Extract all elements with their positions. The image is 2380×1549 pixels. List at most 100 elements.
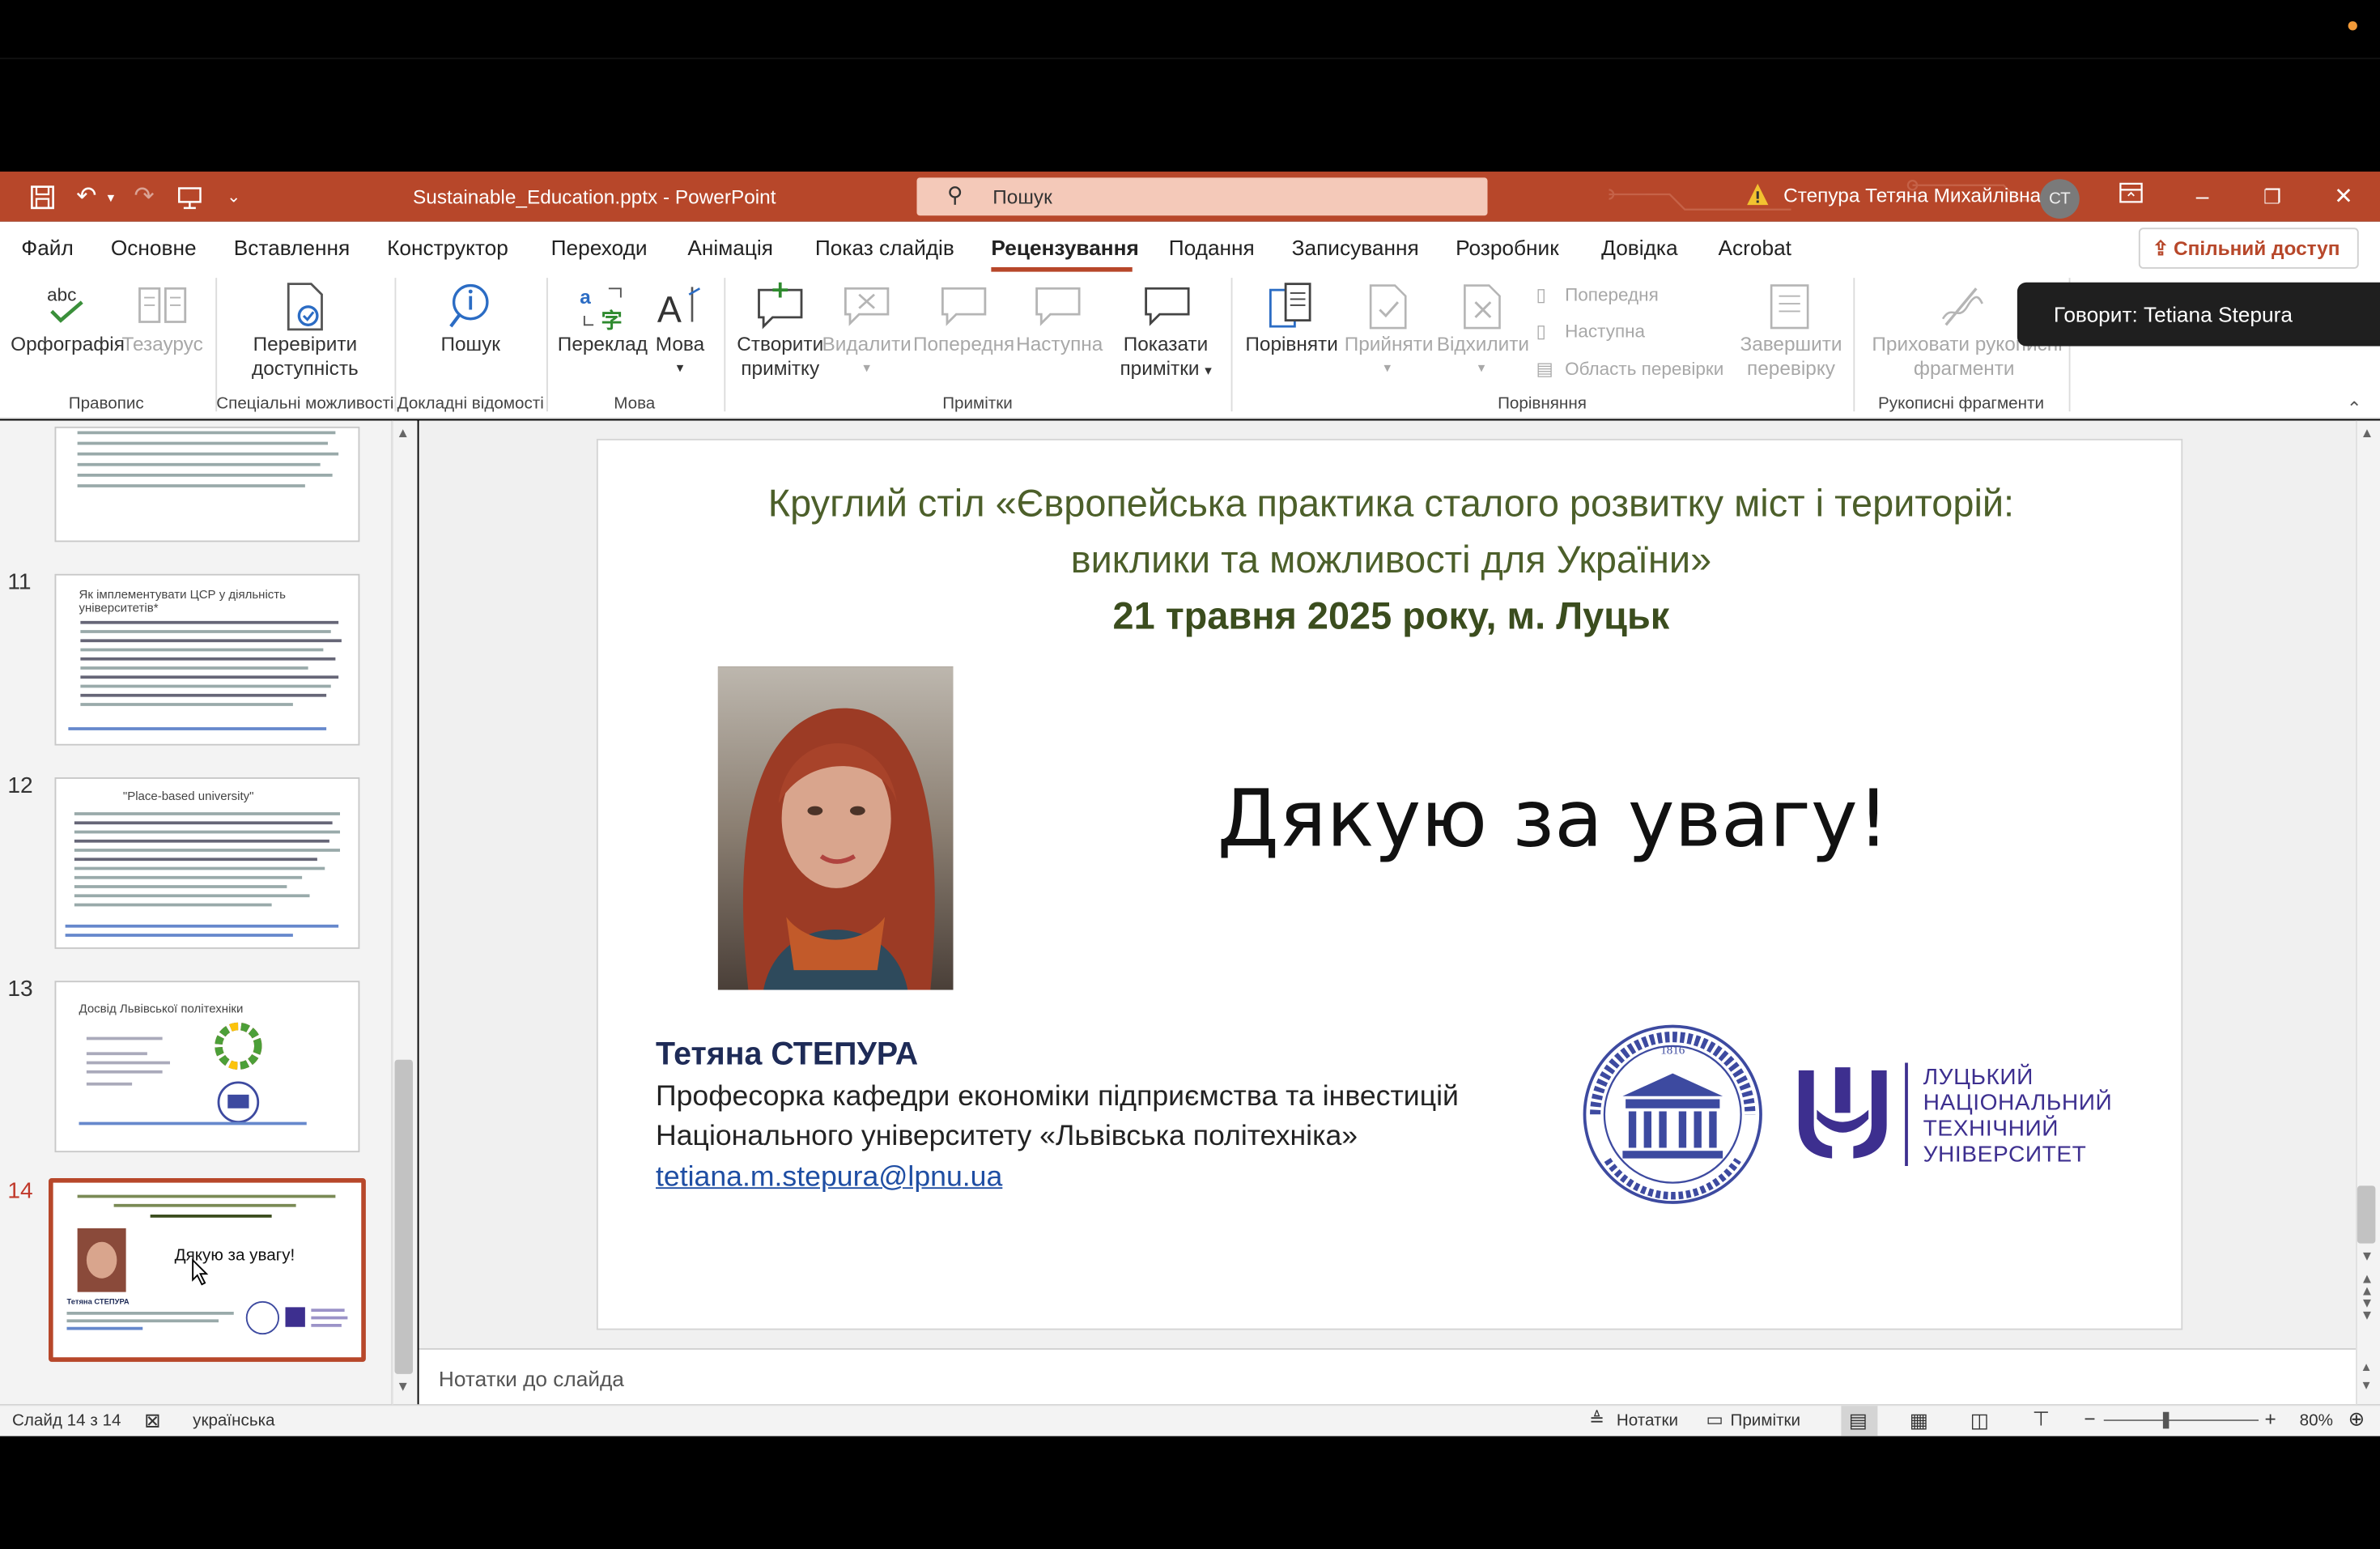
- group-language-label: Мова: [614, 394, 656, 414]
- notes-scroll-icon[interactable]: ▲ ▼: [2361, 1359, 2373, 1395]
- thumbnail-12-title: "Place-based university": [122, 789, 254, 803]
- tab-file[interactable]: Файл: [21, 236, 74, 260]
- slide-thumbnail-13[interactable]: Досвід Львівської політехніки: [54, 981, 360, 1153]
- undo-icon[interactable]: ↶: [73, 184, 100, 211]
- translate-button[interactable]: Переклад: [555, 333, 649, 357]
- slide-thumbnail-11[interactable]: Як імплементувати ЦСР у діяльність уніве…: [54, 573, 360, 746]
- slide-sorter-icon[interactable]: ▦: [1910, 1409, 1928, 1433]
- save-icon[interactable]: [29, 184, 57, 211]
- reject-dropdown-icon[interactable]: ▾: [1473, 355, 1491, 380]
- tab-view[interactable]: Подання: [1169, 236, 1255, 260]
- slide-date: 21 травня 2025 року, м. Луцьк: [1112, 595, 1670, 638]
- editor-scroll-up-icon[interactable]: ▲: [2361, 425, 2374, 440]
- thumbnail-scrollbar-thumb[interactable]: [394, 1059, 413, 1374]
- close-icon[interactable]: ✕: [2327, 181, 2360, 214]
- reviewing-pane-icon: ▤: [1536, 358, 1553, 380]
- delete-dropdown-icon[interactable]: ▾: [857, 355, 876, 380]
- slide-scrollbar-thumb[interactable]: [2357, 1185, 2376, 1244]
- notes-pane[interactable]: Нотатки до слайда: [419, 1348, 2356, 1405]
- accept-dropdown-icon[interactable]: ▾: [1379, 355, 1397, 380]
- tab-developer[interactable]: Розробник: [1456, 236, 1559, 260]
- thesaurus-button[interactable]: Тезаурус: [118, 333, 206, 357]
- slide-number-12: 12: [7, 772, 33, 799]
- previous-slide-icon[interactable]: ▲ ▲: [2361, 1271, 2374, 1297]
- tab-review[interactable]: Рецензування: [991, 236, 1138, 260]
- thumbnail-11-title: Як імплементувати ЦСР у діяльність уніве…: [79, 587, 286, 615]
- zoom-slider-thumb[interactable]: [2162, 1411, 2170, 1429]
- end-review-button-line2[interactable]: перевірку: [1736, 357, 1846, 381]
- zoom-in-icon[interactable]: +: [2265, 1407, 2276, 1430]
- accept-button[interactable]: Прийняти: [1342, 333, 1436, 357]
- show-comments-button-line2[interactable]: примітки: [1108, 357, 1212, 381]
- redo-icon[interactable]: ↷: [130, 184, 158, 211]
- tab-home[interactable]: Основне: [111, 236, 197, 260]
- zoom-level[interactable]: 80%: [2300, 1412, 2333, 1431]
- lutsk-logo-line3: ТЕХНІЧНИЙ: [1923, 1116, 2059, 1142]
- new-comment-button-line2[interactable]: примітку: [732, 357, 829, 381]
- ribbon-display-options-icon[interactable]: [2114, 181, 2148, 214]
- tab-record[interactable]: Записування: [1292, 236, 1419, 260]
- new-comment-button-line1[interactable]: Створити: [732, 333, 829, 357]
- zoom-out-icon[interactable]: −: [2084, 1407, 2095, 1430]
- user-name[interactable]: Степура Тетяна Михайлівна: [1783, 184, 2041, 206]
- tab-help[interactable]: Довідка: [1601, 236, 1677, 260]
- undo-dropdown-icon[interactable]: ▾: [104, 184, 119, 211]
- language-icon: A: [656, 283, 704, 331]
- reviewing-pane-button[interactable]: Область перевірки: [1565, 359, 1723, 380]
- minimize-icon[interactable]: –: [2186, 181, 2219, 214]
- zoom-slider-track[interactable]: [2103, 1419, 2259, 1421]
- language-status[interactable]: українська: [193, 1412, 274, 1431]
- language-button[interactable]: Мова: [650, 333, 711, 357]
- accept-icon: [1366, 283, 1412, 331]
- accessibility-status-icon[interactable]: ⊠: [144, 1409, 160, 1433]
- avatar[interactable]: СТ: [2040, 179, 2080, 219]
- presenter-email-link[interactable]: tetiana.m.stepura@lpnu.ua: [656, 1161, 1002, 1194]
- tab-acrobat[interactable]: Acrobat: [1719, 236, 1791, 260]
- warning-icon[interactable]: [1745, 182, 1770, 206]
- slideshow-view-icon[interactable]: ⊤: [2033, 1407, 2050, 1432]
- hide-ink-button-line2[interactable]: фрагменти: [1906, 357, 2022, 381]
- scroll-down-icon[interactable]: ▼: [396, 1379, 410, 1394]
- check-accessibility-button-line1[interactable]: Перевірити: [231, 333, 380, 357]
- present-from-start-icon[interactable]: [176, 184, 204, 211]
- tab-transitions[interactable]: Переходи: [551, 236, 648, 260]
- editor-scroll-down-icon[interactable]: ▼: [2361, 1248, 2374, 1263]
- thumbnail-14-photo: [77, 1228, 126, 1292]
- slide-thumbnail-12[interactable]: "Place-based university": [54, 777, 360, 949]
- delete-comment-button[interactable]: Видалити: [820, 333, 914, 357]
- slide-title-line2: виклики та можливості для України»: [1070, 538, 1712, 582]
- normal-view-icon[interactable]: ▤: [1849, 1409, 1868, 1433]
- restore-icon[interactable]: ❐: [2255, 181, 2289, 214]
- search-box[interactable]: ⚲ Пошук: [916, 177, 1488, 216]
- tab-design[interactable]: Конструктор: [387, 236, 508, 260]
- language-dropdown-icon[interactable]: ▾: [668, 355, 692, 380]
- compare-previous-button[interactable]: Попередня: [1565, 284, 1659, 305]
- collapse-ribbon-icon[interactable]: ⌃: [2347, 398, 2362, 419]
- scroll-up-icon[interactable]: ▲: [396, 425, 410, 440]
- share-button[interactable]: ⇪ Спільний доступ: [2138, 228, 2359, 269]
- slide-thumbnail-10[interactable]: [54, 426, 360, 543]
- fit-to-window-icon[interactable]: ⊕: [2348, 1407, 2365, 1432]
- spelling-button[interactable]: Орфографія: [11, 333, 125, 357]
- previous-comment-button[interactable]: Попередня: [912, 333, 1016, 357]
- compare-button[interactable]: Порівняти: [1240, 333, 1344, 357]
- end-review-button-line1[interactable]: Завершити: [1736, 333, 1846, 357]
- next-comment-button[interactable]: Наступна: [1014, 333, 1106, 357]
- tab-animations[interactable]: Анімація: [687, 236, 773, 260]
- reading-view-icon[interactable]: ◫: [1970, 1409, 1989, 1433]
- lutsk-logo-line4: УНІВЕРСИТЕТ: [1923, 1142, 2087, 1168]
- reject-button[interactable]: Відхилити: [1434, 333, 1532, 357]
- notes-toggle-button[interactable]: Нотатки: [1617, 1412, 1678, 1431]
- smart-lookup-button[interactable]: Пошук: [431, 333, 511, 357]
- next-slide-icon[interactable]: ▼ ▼: [2361, 1296, 2374, 1321]
- check-accessibility-button-line2[interactable]: доступність: [231, 357, 380, 381]
- customize-toolbar-icon[interactable]: ⌄: [220, 184, 248, 211]
- current-slide[interactable]: Круглий стіл «Європейська практика стало…: [596, 438, 2183, 1330]
- show-comments-dropdown-icon[interactable]: ▾: [1199, 359, 1218, 383]
- tab-insert[interactable]: Вставлення: [234, 236, 350, 260]
- compare-next-button[interactable]: Наступна: [1565, 321, 1645, 342]
- tab-slideshow[interactable]: Показ слайдів: [815, 236, 954, 260]
- comments-toggle-button[interactable]: Примітки: [1731, 1412, 1801, 1431]
- show-comments-button-line1[interactable]: Показати: [1114, 333, 1218, 357]
- thesaurus-icon: [137, 283, 189, 328]
